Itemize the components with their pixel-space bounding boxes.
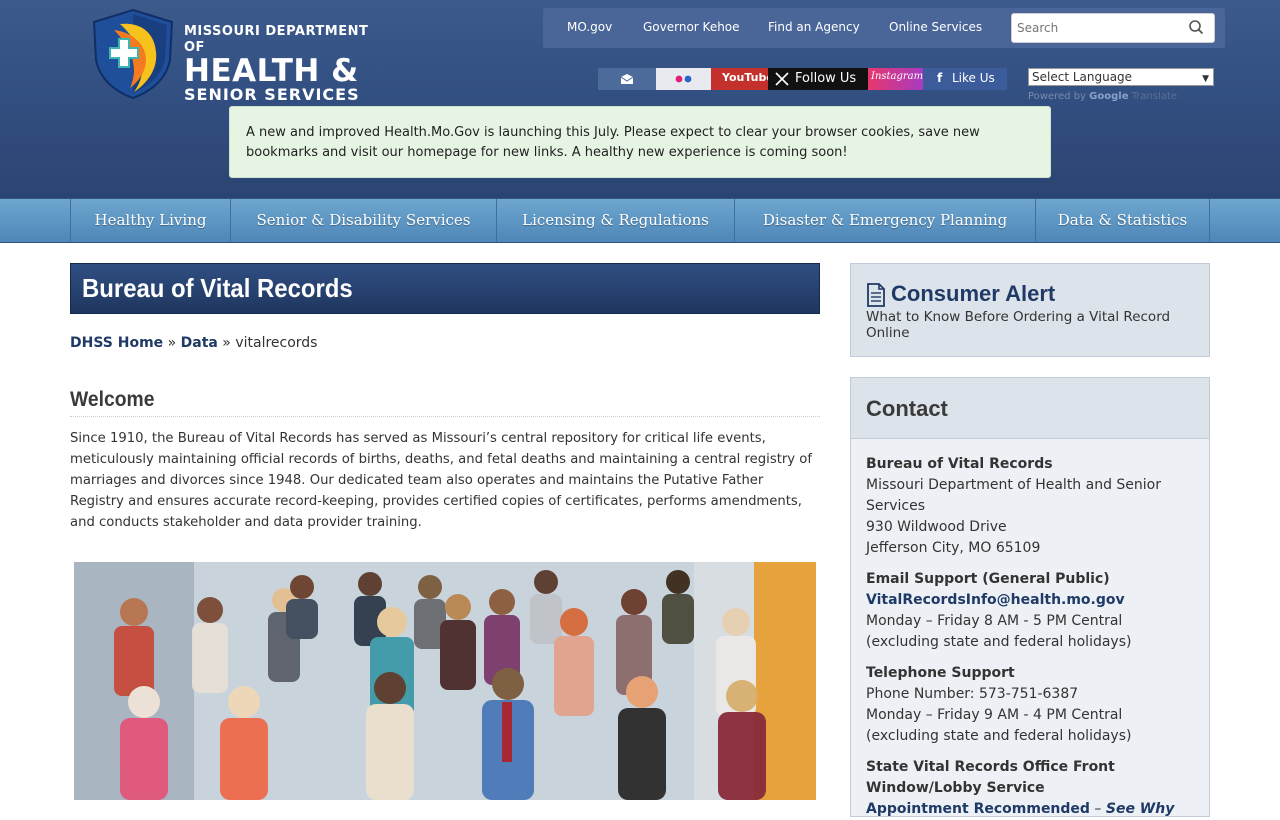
lobby-appointment-line: Appointment Recommended – See Why — [866, 799, 1201, 820]
breadcrumb-sep: » — [163, 335, 181, 351]
google-wordmark: Google — [1089, 91, 1129, 102]
office-dept: Missouri Department of Health and Senior… — [866, 477, 1161, 514]
lobby-service-heading: State Vital Records Office Front Window/… — [866, 759, 1115, 796]
chevron-down-icon: ▼ — [1202, 74, 1209, 84]
page-title-bar: Bureau of Vital Records — [70, 263, 820, 314]
breadcrumb-sep: » — [217, 335, 236, 351]
email-support-heading: Email Support (General Public) — [866, 571, 1110, 587]
breadcrumb: DHSS Home » Data » vitalrecords — [70, 335, 317, 351]
flickr-icon — [675, 75, 692, 83]
powered-by-text: Powered by — [1028, 91, 1086, 102]
contact-body: Bureau of Vital Records Missouri Departm… — [866, 454, 1201, 820]
site-logo[interactable]: MISSOURI DEPARTMENT OF HEALTH & SENIOR S… — [88, 8, 388, 104]
welcome-heading-text: Welcome — [70, 388, 155, 411]
contact-title: Contact — [866, 396, 948, 421]
topnav-link-mo-gov[interactable]: MO.gov — [567, 20, 612, 34]
logo-wordmark: MISSOURI DEPARTMENT OF HEALTH & SENIOR S… — [184, 24, 388, 104]
topnav-link-find-agency[interactable]: Find an Agency — [768, 20, 860, 34]
welcome-heading: Welcome — [70, 388, 820, 417]
google-translate-credit: Powered by Google Translate — [1028, 91, 1177, 102]
nav-data-statistics[interactable]: Data & Statistics — [1036, 199, 1210, 242]
site-header: MISSOURI DEPARTMENT OF HEALTH & SENIOR S… — [0, 0, 1280, 198]
envelope-icon — [620, 74, 634, 84]
facebook-like-label: Like Us — [952, 71, 995, 85]
x-follow-label: Follow Us — [795, 71, 857, 86]
search-box — [1011, 13, 1215, 43]
nav-senior-disability[interactable]: Senior & Disability Services — [231, 199, 497, 242]
office-street: 930 Wildwood Drive — [866, 519, 1007, 535]
breadcrumb-data[interactable]: Data — [181, 335, 218, 351]
shield-logo-icon — [92, 8, 174, 100]
lobby-dash: – — [1089, 801, 1106, 817]
social-email-link[interactable] — [598, 68, 656, 90]
telephone-hours: Monday – Friday 9 AM - 4 PM Central — [866, 707, 1123, 723]
page-title: Bureau of Vital Records — [82, 273, 353, 303]
social-flickr-link[interactable] — [656, 68, 711, 90]
nav-disaster[interactable]: Disaster & Emergency Planning — [735, 199, 1036, 242]
logo-line-1: MISSOURI DEPARTMENT OF — [184, 24, 369, 55]
office-city: Jefferson City, MO 65109 — [866, 540, 1041, 556]
social-x-link[interactable]: Follow Us — [768, 68, 868, 90]
topnav-link-online-services[interactable]: Online Services — [889, 20, 982, 34]
consumer-alert-title[interactable]: Consumer Alert — [891, 281, 1055, 307]
site-notice-banner: A new and improved Health.Mo.Gov is laun… — [229, 106, 1051, 178]
breadcrumb-home[interactable]: DHSS Home — [70, 335, 163, 351]
see-why-link[interactable]: See Why — [1106, 801, 1174, 817]
staff-group-photo — [74, 562, 816, 800]
instagram-label: Instagram — [871, 71, 924, 82]
social-instagram-link[interactable]: Instagram — [868, 68, 923, 90]
contact-header: Contact — [851, 378, 1209, 439]
email-support-hours: Monday – Friday 8 AM - 5 PM Central — [866, 613, 1123, 629]
intro-paragraph: Since 1910, the Bureau of Vital Records … — [70, 431, 812, 530]
document-icon — [867, 283, 885, 307]
social-facebook-link[interactable]: f Like Us — [923, 68, 1007, 90]
appointment-recommended-link[interactable]: Appointment Recommended — [866, 801, 1090, 817]
telephone-number: Phone Number: 573-751-6387 — [866, 686, 1079, 702]
nav-licensing[interactable]: Licensing & Regulations — [497, 199, 735, 242]
search-input[interactable] — [1012, 14, 1182, 42]
telephone-note: (excluding state and federal holidays) — [866, 728, 1132, 744]
language-select[interactable]: Select Language ▼ — [1028, 68, 1214, 86]
contact-box: Contact Bureau of Vital Records Missouri… — [850, 377, 1210, 817]
nav-healthy-living[interactable]: Healthy Living — [70, 199, 231, 242]
staff-photo-illustration — [74, 562, 816, 800]
language-select-label: Select Language — [1032, 70, 1133, 84]
logo-line-3: SENIOR SERVICES — [184, 85, 360, 104]
consumer-alert-subtitle: What to Know Before Ordering a Vital Rec… — [866, 309, 1171, 341]
breadcrumb-current: vitalrecords — [235, 335, 318, 351]
consumer-alert-box[interactable]: Consumer Alert What to Know Before Order… — [850, 263, 1210, 357]
translate-link[interactable]: Translate — [1132, 91, 1177, 102]
telephone-support-heading: Telephone Support — [866, 665, 1015, 681]
main-nav: Healthy Living Senior & Disability Servi… — [0, 198, 1280, 243]
social-youtube-link[interactable]: YouTube — [711, 68, 774, 90]
utility-nav: MO.gov Governor Kehoe Find an Agency Onl… — [543, 8, 1225, 48]
search-icon[interactable] — [1188, 19, 1204, 35]
email-support-note: (excluding state and federal holidays) — [866, 634, 1132, 650]
office-name: Bureau of Vital Records — [866, 456, 1053, 472]
x-logo-icon — [775, 72, 789, 86]
logo-line-2: HEALTH & — [184, 53, 359, 89]
topnav-link-governor[interactable]: Governor Kehoe — [643, 20, 740, 34]
youtube-label: YouTube — [722, 71, 774, 84]
email-support-link[interactable]: VitalRecordsInfo@health.mo.gov — [866, 590, 1201, 611]
facebook-icon: f — [937, 71, 943, 85]
